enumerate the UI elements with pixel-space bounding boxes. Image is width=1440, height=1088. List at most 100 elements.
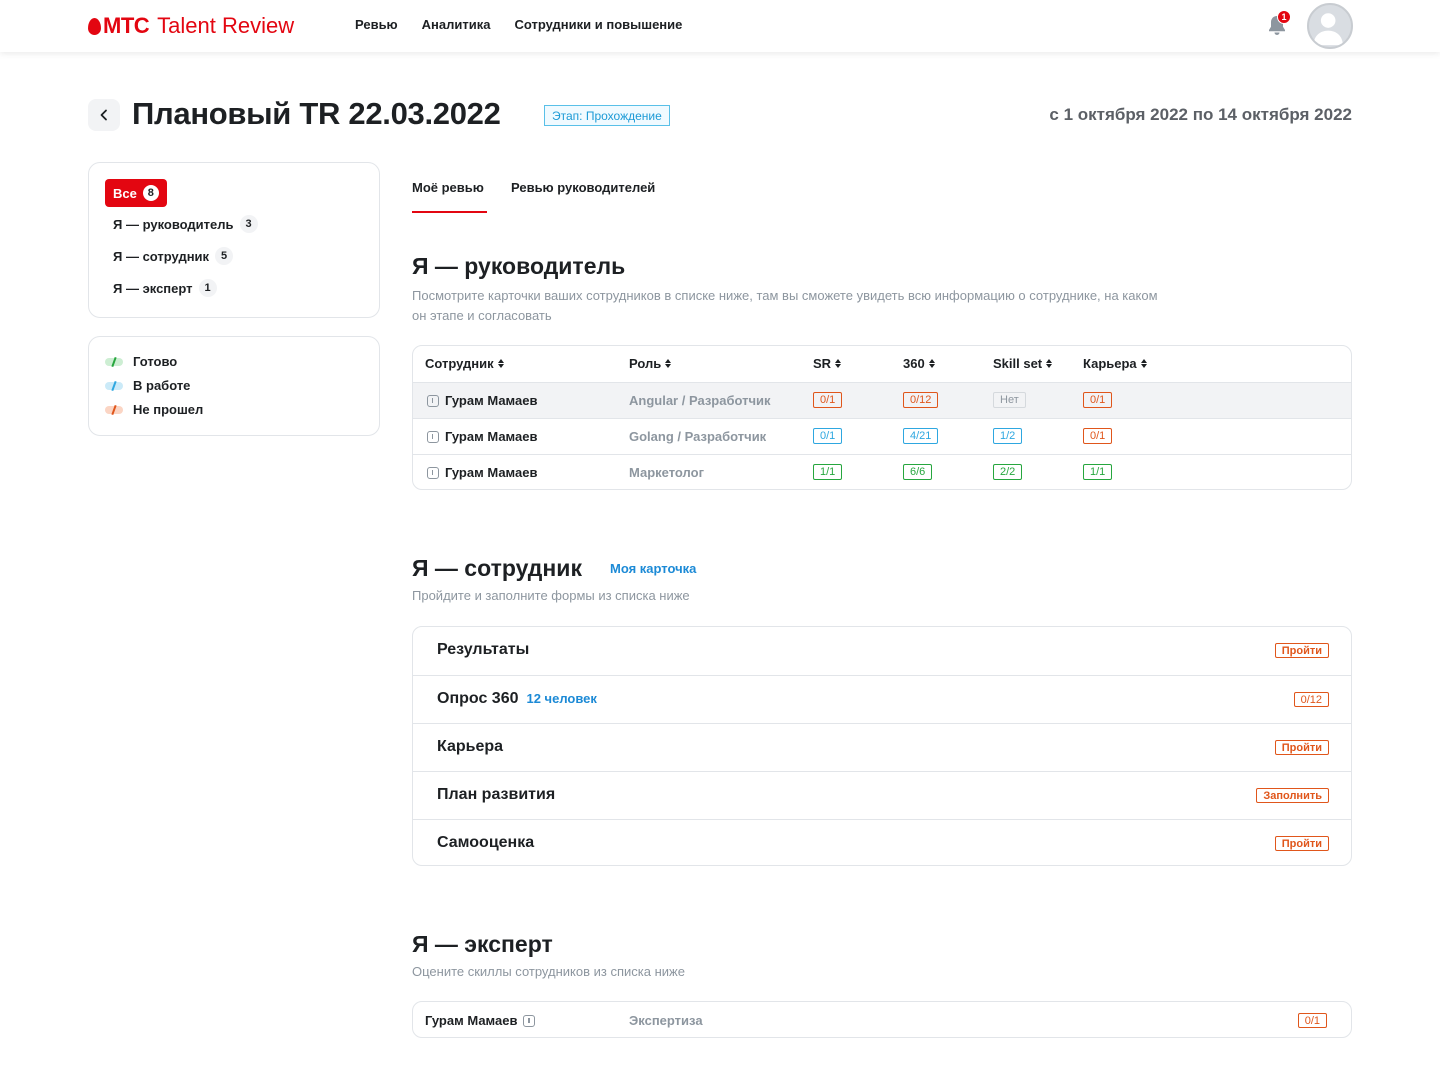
column-label: Skill set (993, 356, 1043, 371)
active-tab-indicator (412, 211, 487, 213)
sort-icon (1140, 359, 1147, 368)
career-status-chip: 1/1 (1083, 464, 1113, 480)
legend-label: Не прошел (133, 402, 204, 417)
respondents-count-link[interactable]: 12 человек (526, 691, 596, 706)
employee-role: Маркетолог (629, 465, 704, 480)
form-title: План развития (437, 786, 556, 803)
360-status-chip: 6/6 (903, 464, 933, 480)
career-status-chip: 0/1 (1083, 392, 1113, 408)
tab-managers-review[interactable]: Ревью руководителей (511, 180, 655, 195)
legend-failed-swatch (105, 405, 123, 414)
start-button[interactable]: Пройти (1274, 643, 1329, 658)
form-row-career[interactable]: Карьера Пройти (413, 723, 1351, 771)
filter-all-count: 8 (142, 185, 159, 201)
employee-name: Гурам Мамаев (445, 429, 538, 444)
form-row-self-assessment[interactable]: Самооценка Пройти (413, 819, 1351, 865)
mts-logo[interactable]: МТС Talent Review (88, 12, 294, 40)
legend-done: Готово (105, 354, 177, 369)
filter-manager[interactable]: Я — руководитель 3 (113, 215, 258, 233)
legend-failed: Не прошел (105, 402, 203, 417)
table-row[interactable]: Гурам Мамаев Маркетолог 1/1 6/6 2/2 1/1 (413, 454, 1351, 489)
filter-expert[interactable]: Я — эксперт 1 (113, 279, 217, 297)
mts-egg-icon (88, 17, 101, 35)
legend-in-progress-swatch (105, 381, 123, 390)
sort-icon (665, 359, 672, 368)
sort-icon (835, 359, 842, 368)
filter-all-label: Все (113, 185, 137, 201)
info-icon[interactable] (523, 1014, 536, 1027)
manager-section-description: Посмотрите карточки ваших сотрудников в … (412, 288, 1158, 323)
column-header-employee[interactable]: Сотрудник (425, 356, 504, 371)
top-navigation-bar: МТС Talent Review Ревью Аналитика Сотруд… (0, 0, 1440, 52)
info-icon[interactable] (427, 430, 439, 443)
column-header-360[interactable]: 360 (903, 356, 935, 371)
column-label: SR (813, 356, 832, 371)
expertise-label: Экспертиза (629, 1013, 703, 1028)
table-row[interactable]: Гурам Мамаев Angular / Разработчик 0/1 0… (413, 382, 1351, 418)
info-icon[interactable] (427, 394, 439, 407)
form-row-development-plan[interactable]: План развития Заполнить (413, 771, 1351, 819)
fill-button[interactable]: Заполнить (1256, 788, 1329, 803)
employee-role: Golang / Разработчик (629, 429, 767, 444)
nav-review[interactable]: Ревью (355, 17, 398, 32)
360-status-chip: 0/12 (903, 392, 939, 408)
career-status-chip: 0/1 (1083, 428, 1113, 444)
column-label: Роль (629, 356, 662, 371)
employee-section-title: Я — сотрудник (412, 555, 582, 581)
manager-employees-table: Сотрудник Роль SR 360 Skill set Карьера … (412, 345, 1352, 490)
table-row[interactable]: Гурам Мамаев Golang / Разработчик 0/1 4/… (413, 418, 1351, 454)
form-row-survey-360[interactable]: Опрос 360 12 человек 0/12 (413, 675, 1351, 723)
expert-section-title: Я — эксперт (412, 931, 553, 957)
column-header-sr[interactable]: SR (813, 356, 842, 371)
employee-section-description: Пройдите и заполните формы из списка ниж… (412, 588, 690, 603)
legend-in-progress: В работе (105, 378, 190, 393)
expert-status-chip: 0/1 (1297, 1013, 1327, 1028)
nav-employees-promotion[interactable]: Сотрудники и повышение (515, 17, 683, 32)
legend-label: В работе (133, 378, 191, 393)
filter-count: 5 (215, 247, 234, 265)
form-title: Карьера (437, 738, 504, 755)
chevron-left-icon (100, 109, 107, 121)
360-status-chip: 4/21 (903, 428, 939, 444)
sort-icon (1046, 359, 1053, 368)
column-header-career[interactable]: Карьера (1083, 356, 1147, 371)
user-avatar[interactable] (1307, 3, 1353, 49)
column-label: 360 (903, 356, 925, 371)
user-silhouette-icon (1313, 13, 1343, 46)
employee-forms-list: Результаты Пройти Опрос 360 12 человек 0/… (412, 626, 1352, 866)
start-button[interactable]: Пройти (1274, 836, 1329, 851)
column-header-skill-set[interactable]: Skill set (993, 356, 1053, 371)
filter-label: Я — сотрудник (113, 248, 210, 264)
stage-badge: Этап: Прохождение (544, 105, 670, 126)
back-button[interactable] (88, 99, 120, 131)
start-button[interactable]: Пройти (1274, 740, 1329, 755)
expert-row[interactable]: Гурам Мамаев Экспертиза 0/1 (412, 1001, 1352, 1038)
employee-name: Гурам Мамаев (445, 465, 538, 480)
column-header-role[interactable]: Роль (629, 356, 672, 371)
logo-brand: МТС (103, 13, 150, 38)
form-row-results[interactable]: Результаты Пройти (413, 627, 1351, 675)
form-title: Самооценка (437, 834, 535, 851)
sort-icon (928, 359, 935, 368)
page-title: Плановый TR 22.03.2022 (132, 96, 501, 131)
filter-all[interactable]: Все 8 (105, 179, 167, 207)
info-icon[interactable] (427, 466, 439, 479)
filter-count: 1 (198, 279, 217, 297)
filter-count: 3 (239, 215, 258, 233)
form-title: Результаты (437, 641, 530, 658)
column-label: Карьера (1083, 356, 1137, 371)
legend-label: Готово (133, 354, 178, 369)
logo-product-name: Talent Review (157, 13, 295, 38)
filter-label: Я — руководитель (113, 216, 234, 232)
sr-status-chip: 0/1 (813, 392, 843, 408)
status-legend: Готово В работе Не прошел (88, 336, 380, 436)
tab-my-review[interactable]: Моё ревью (412, 180, 484, 195)
nav-analytics[interactable]: Аналитика (422, 17, 491, 32)
expert-section-description: Оцените скиллы сотрудников из списка ниж… (412, 964, 685, 979)
filter-label: Я — эксперт (113, 280, 193, 296)
my-card-link[interactable]: Моя карточка (610, 561, 696, 576)
form-title: Опрос 360 (437, 690, 519, 707)
manager-section-title: Я — руководитель (412, 253, 626, 279)
legend-done-swatch (105, 357, 123, 366)
filter-employee[interactable]: Я — сотрудник 5 (113, 247, 234, 265)
